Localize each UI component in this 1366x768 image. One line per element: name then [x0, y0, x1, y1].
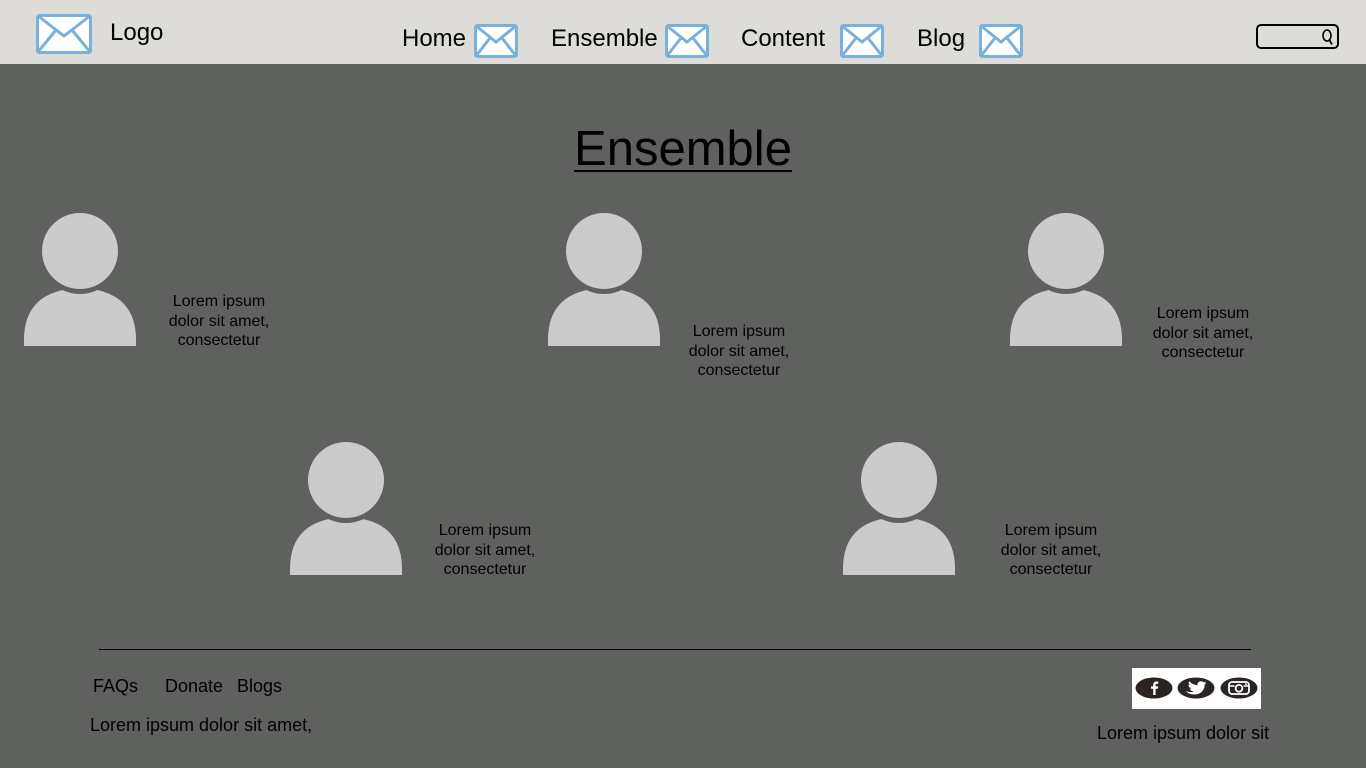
nav-label: Content	[741, 25, 826, 52]
member-text-line: dolor sit amet,	[1152, 324, 1254, 342]
logo-image-placeholder-icon[interactable]	[36, 14, 92, 54]
nav-item-ensemble[interactable]: Ensemble	[551, 22, 711, 58]
social-links	[1132, 668, 1261, 709]
image-placeholder-icon	[665, 24, 709, 58]
page-title: Ensemble	[574, 122, 792, 176]
member-text-line: consectetur	[697, 362, 781, 379]
footer-link-donate[interactable]: Donate	[165, 676, 223, 696]
member-text-line: dolor sit amet,	[434, 541, 536, 559]
member-description: Lorem ipsum dolor sit amet, consectetur	[154, 292, 284, 351]
member-text-line: Lorem ipsum	[438, 522, 532, 539]
nav-label: Ensemble	[551, 25, 658, 52]
nav-item-home[interactable]: Home	[402, 22, 520, 58]
member-text-line: Lorem ipsum	[1004, 522, 1098, 539]
avatar-icon[interactable]	[843, 439, 955, 575]
member-description: Lorem ipsum dolor sit amet, consectetur	[420, 521, 550, 580]
footer-divider	[99, 649, 1251, 650]
member-text-line: consectetur	[1161, 344, 1245, 361]
member-text-line: consectetur	[1009, 561, 1093, 578]
member-description: Lorem ipsum dolor sit amet, consectetur	[674, 322, 804, 381]
nav-item-blog[interactable]: Blog	[917, 22, 1025, 58]
member-card: Lorem ipsum dolor sit amet, consectetur	[843, 439, 1113, 609]
member-card: Lorem ipsum dolor sit amet, consectetur	[290, 439, 560, 609]
member-text-line: dolor sit amet,	[1000, 541, 1102, 559]
search-icon[interactable]	[1320, 28, 1334, 46]
avatar-icon[interactable]	[24, 210, 136, 346]
twitter-icon[interactable]	[1177, 677, 1215, 699]
avatar-icon[interactable]	[1010, 210, 1122, 346]
image-placeholder-icon	[979, 24, 1023, 58]
avatar-icon[interactable]	[548, 210, 660, 346]
member-text-line: consectetur	[177, 332, 261, 349]
instagram-icon[interactable]	[1220, 677, 1258, 699]
nav-label: Home	[402, 25, 467, 52]
footer-text-right: Lorem ipsum dolor sit	[1097, 723, 1270, 743]
header: Logo Home Ensemble Content Blog	[0, 0, 1366, 64]
member-text-line: dolor sit amet,	[688, 342, 790, 360]
member-text-line: dolor sit amet,	[168, 312, 270, 330]
nav-item-content[interactable]: Content	[741, 22, 887, 58]
logo-text[interactable]: Logo	[110, 19, 163, 47]
image-placeholder-icon	[474, 24, 518, 58]
member-text-line: Lorem ipsum	[692, 323, 786, 340]
footer-text-left: Lorem ipsum dolor sit amet,	[90, 715, 313, 735]
footer-link-blogs[interactable]: Blogs	[237, 676, 282, 696]
search-input[interactable]	[1260, 27, 1320, 46]
member-card: Lorem ipsum dolor sit amet, consectetur	[24, 210, 294, 380]
avatar-icon[interactable]	[290, 439, 402, 575]
member-text-line: consectetur	[443, 561, 527, 578]
nav-label: Blog	[917, 25, 966, 52]
member-description: Lorem ipsum dolor sit amet, consectetur	[986, 521, 1116, 580]
footer-link-faqs[interactable]: FAQs	[93, 676, 138, 696]
member-text-line: Lorem ipsum	[172, 293, 266, 310]
member-card: Lorem ipsum dolor sit amet, consectetur	[1010, 210, 1280, 380]
facebook-icon[interactable]	[1135, 677, 1173, 699]
member-card: Lorem ipsum dolor sit amet, consectetur	[548, 210, 818, 380]
search-box[interactable]	[1256, 24, 1339, 49]
member-text-line: Lorem ipsum	[1156, 305, 1250, 322]
member-description: Lorem ipsum dolor sit amet, consectetur	[1138, 304, 1268, 363]
image-placeholder-icon	[840, 24, 884, 58]
